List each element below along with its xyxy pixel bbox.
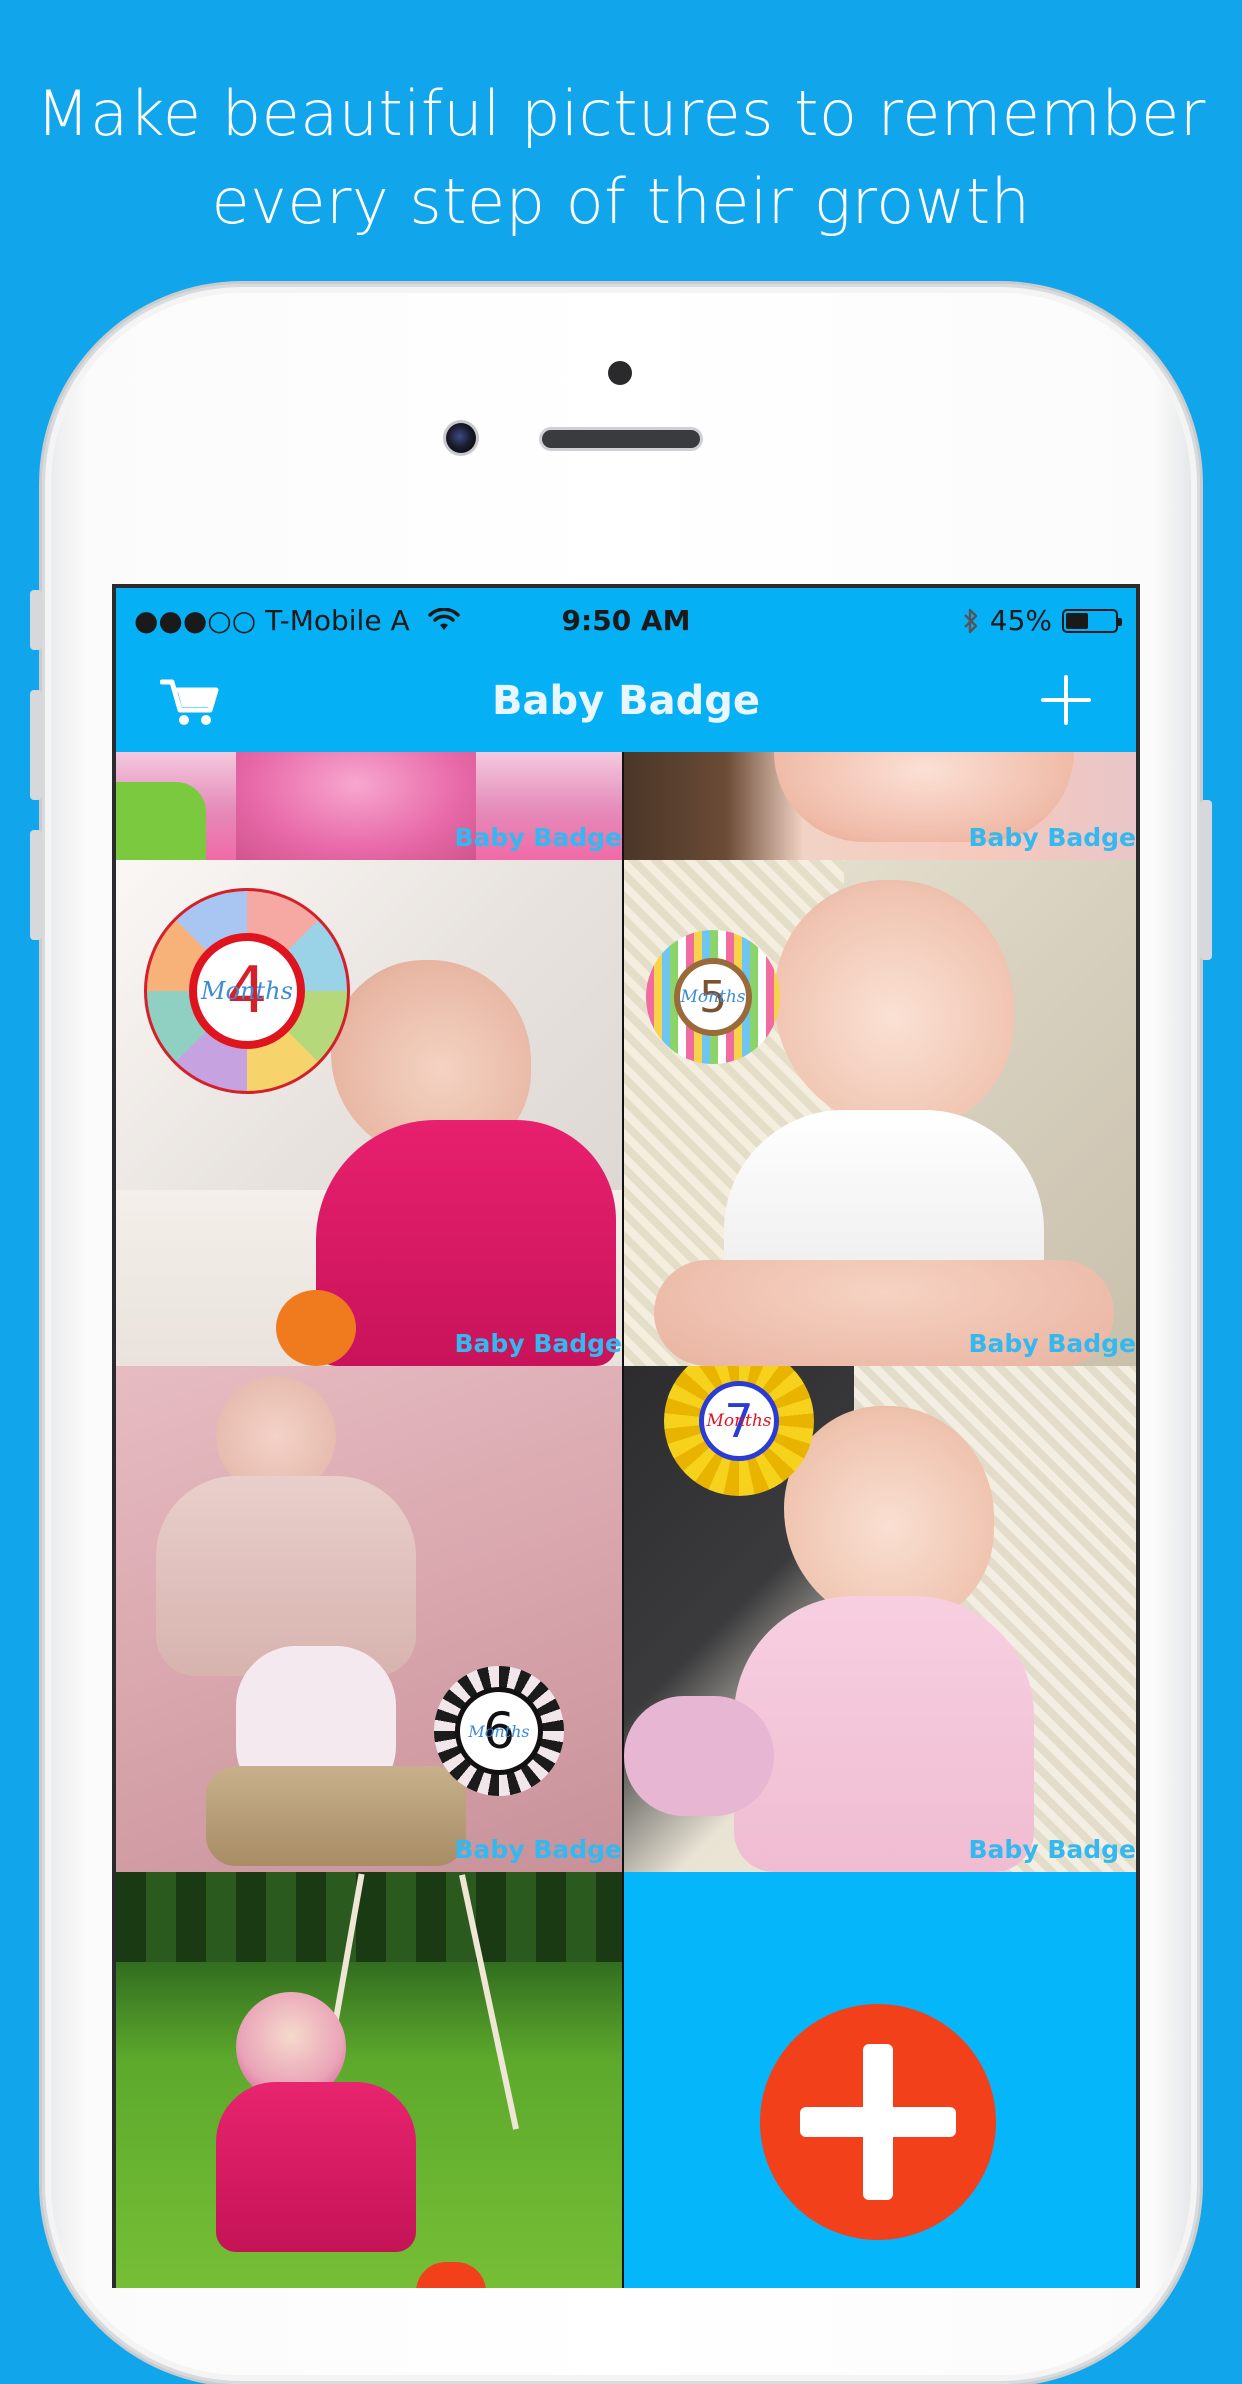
phone-volume-down <box>30 830 42 940</box>
photo-tile-4-months[interactable]: 4 Months Baby Badge <box>116 860 622 1366</box>
phone-mute-switch <box>30 590 42 650</box>
photo-detail <box>236 752 476 860</box>
photo-tile-swing[interactable] <box>116 1872 622 2288</box>
photo-detail <box>216 2082 416 2252</box>
add-photo-button[interactable] <box>1040 674 1092 726</box>
badge-text: Months <box>468 1721 530 1741</box>
photo-detail <box>416 2262 486 2288</box>
photo-tile-5-months[interactable]: 5 Months Baby Badge <box>624 860 1136 1366</box>
badge-text: Months <box>680 987 746 1007</box>
photo-tile-7-months[interactable]: 7 Months Baby Badge <box>624 1366 1136 1872</box>
add-photo-plus-icon <box>760 2004 996 2240</box>
photo-detail <box>734 1596 1034 1872</box>
photo-detail <box>784 1406 994 1626</box>
photo-tile-6-months[interactable]: 6 Months Baby Badge <box>116 1366 622 1872</box>
badge-text: Months <box>706 1411 772 1431</box>
baby-badge-watermark: Baby Badge <box>454 823 623 852</box>
earpiece-speaker <box>542 430 700 448</box>
phone-volume-up <box>30 690 42 800</box>
photo-detail <box>116 782 206 860</box>
phone-power-button <box>1200 800 1212 960</box>
headline-line-1: Make beautiful pictures to remember <box>36 77 1206 150</box>
photo-detail <box>206 1766 466 1866</box>
month-badge-4: 4 Months <box>144 888 350 1094</box>
baby-badge-watermark: Baby Badge <box>454 1329 623 1358</box>
plus-icon <box>1041 675 1091 725</box>
navigation-bar: Baby Badge <box>116 648 1136 752</box>
add-new-photo-tile[interactable] <box>624 1872 1136 2288</box>
photo-tile[interactable]: Baby Badge <box>624 752 1136 860</box>
bluetooth-icon <box>963 608 977 633</box>
baby-badge-watermark: Baby Badge <box>454 1835 623 1864</box>
baby-badge-watermark: Baby Badge <box>968 1835 1137 1864</box>
battery-icon <box>1062 608 1122 633</box>
photo-tile[interactable]: Baby Badge <box>116 752 622 860</box>
front-camera <box>446 423 476 453</box>
photo-detail <box>116 1872 622 1962</box>
status-bar: ●●●○○ T-Mobile A 9:50 AM 45% <box>116 588 1136 648</box>
battery-percentage: 45% <box>989 604 1052 637</box>
month-badge-6: 6 Months <box>434 1666 564 1796</box>
nav-title: Baby Badge <box>492 678 760 724</box>
photo-detail <box>624 1696 774 1816</box>
month-badge-5: 5 Months <box>646 930 780 1064</box>
baby-badge-watermark: Baby Badge <box>968 823 1137 852</box>
headline-line-2: every step of their growth <box>211 165 1031 238</box>
badge-text: Months <box>201 977 293 1005</box>
status-right: 45% <box>962 604 1122 637</box>
photo-detail <box>276 1290 356 1366</box>
phone-screen: ●●●○○ T-Mobile A 9:50 AM 45% Baby Badge … <box>112 584 1140 2288</box>
baby-badge-watermark: Baby Badge <box>968 1329 1137 1358</box>
headline: Make beautiful pictures to remember ever… <box>0 70 1242 246</box>
phone-sensor <box>608 361 632 385</box>
